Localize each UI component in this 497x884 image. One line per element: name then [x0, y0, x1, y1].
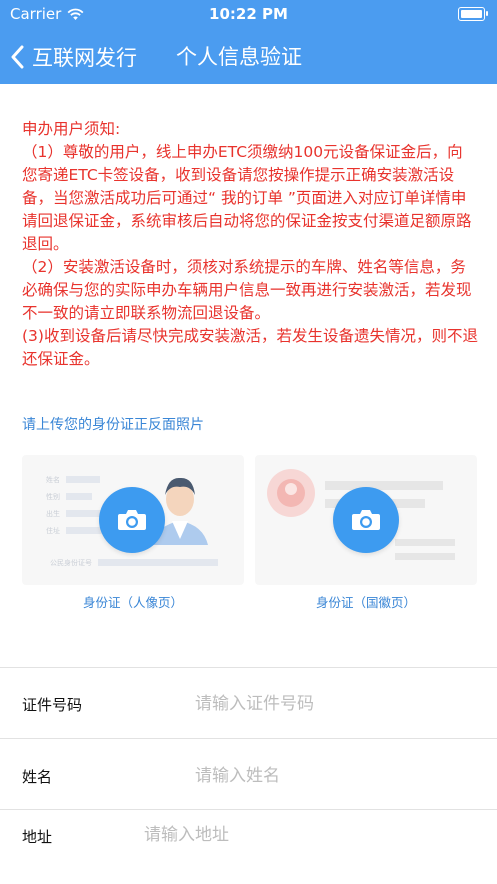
camera-icon: [118, 510, 146, 530]
id-front-upload[interactable]: 姓名 性别 出生 住址 公民身份证号: [22, 455, 244, 585]
notice-item-2: （2）安装激活设备时，须核对系统提示的车牌、姓名等信息，务必确保与您的实际申办车…: [22, 258, 472, 322]
id-back-upload[interactable]: [255, 455, 477, 585]
id-number-row: 证件号码: [0, 667, 497, 738]
name-label: 姓名: [22, 768, 53, 786]
address-label: 地址: [22, 828, 53, 846]
id-front-caption: 身份证（人像页）: [82, 595, 183, 610]
address-row: 地址: [0, 809, 497, 884]
id-number-input[interactable]: [193, 690, 477, 718]
id-back-caption: 身份证（国徽页）: [315, 595, 416, 610]
notice-block: 申办用户须知: （1）尊敬的用户，线上申办ETC须缴纳100元设备保证金后，向您…: [22, 118, 478, 371]
notice-item-3: (3)收到设备后请尽快完成安装激活，若发生设备遗失情况，则不退还保证金。: [22, 327, 478, 368]
address-input[interactable]: [142, 821, 466, 849]
back-label: 互联网发行: [32, 46, 137, 70]
id-field-gender: 性别: [46, 492, 60, 501]
status-time: 10:22 PM: [209, 5, 288, 23]
id-field-address: 住址: [46, 526, 60, 535]
nav-bar: 互联网发行 个人信息验证: [0, 30, 497, 84]
id-front-camera-button[interactable]: [99, 487, 165, 553]
id-number-label: 证件号码: [22, 696, 83, 714]
page-title: 个人信息验证: [176, 45, 302, 69]
id-field-birth: 出生: [46, 509, 60, 518]
status-bar: Carrier 10:22 PM: [0, 0, 497, 30]
upload-hint: 请上传您的身份证正反面照片: [22, 417, 204, 433]
battery-icon: [458, 7, 488, 21]
id-back-camera-button[interactable]: [333, 487, 399, 553]
id-field-number: 公民身份证号: [50, 558, 92, 567]
name-input[interactable]: [193, 762, 477, 790]
camera-icon: [352, 510, 380, 530]
back-button[interactable]: 互联网发行: [10, 40, 137, 74]
notice-item-1: （1）尊敬的用户，线上申办ETC须缴纳100元设备保证金后，向您寄递ETC卡签设…: [22, 143, 472, 253]
name-row: 姓名: [0, 738, 497, 809]
chevron-left-icon: [11, 45, 24, 69]
id-field-name: 姓名: [46, 475, 60, 484]
notice-heading: 申办用户须知:: [22, 120, 121, 138]
